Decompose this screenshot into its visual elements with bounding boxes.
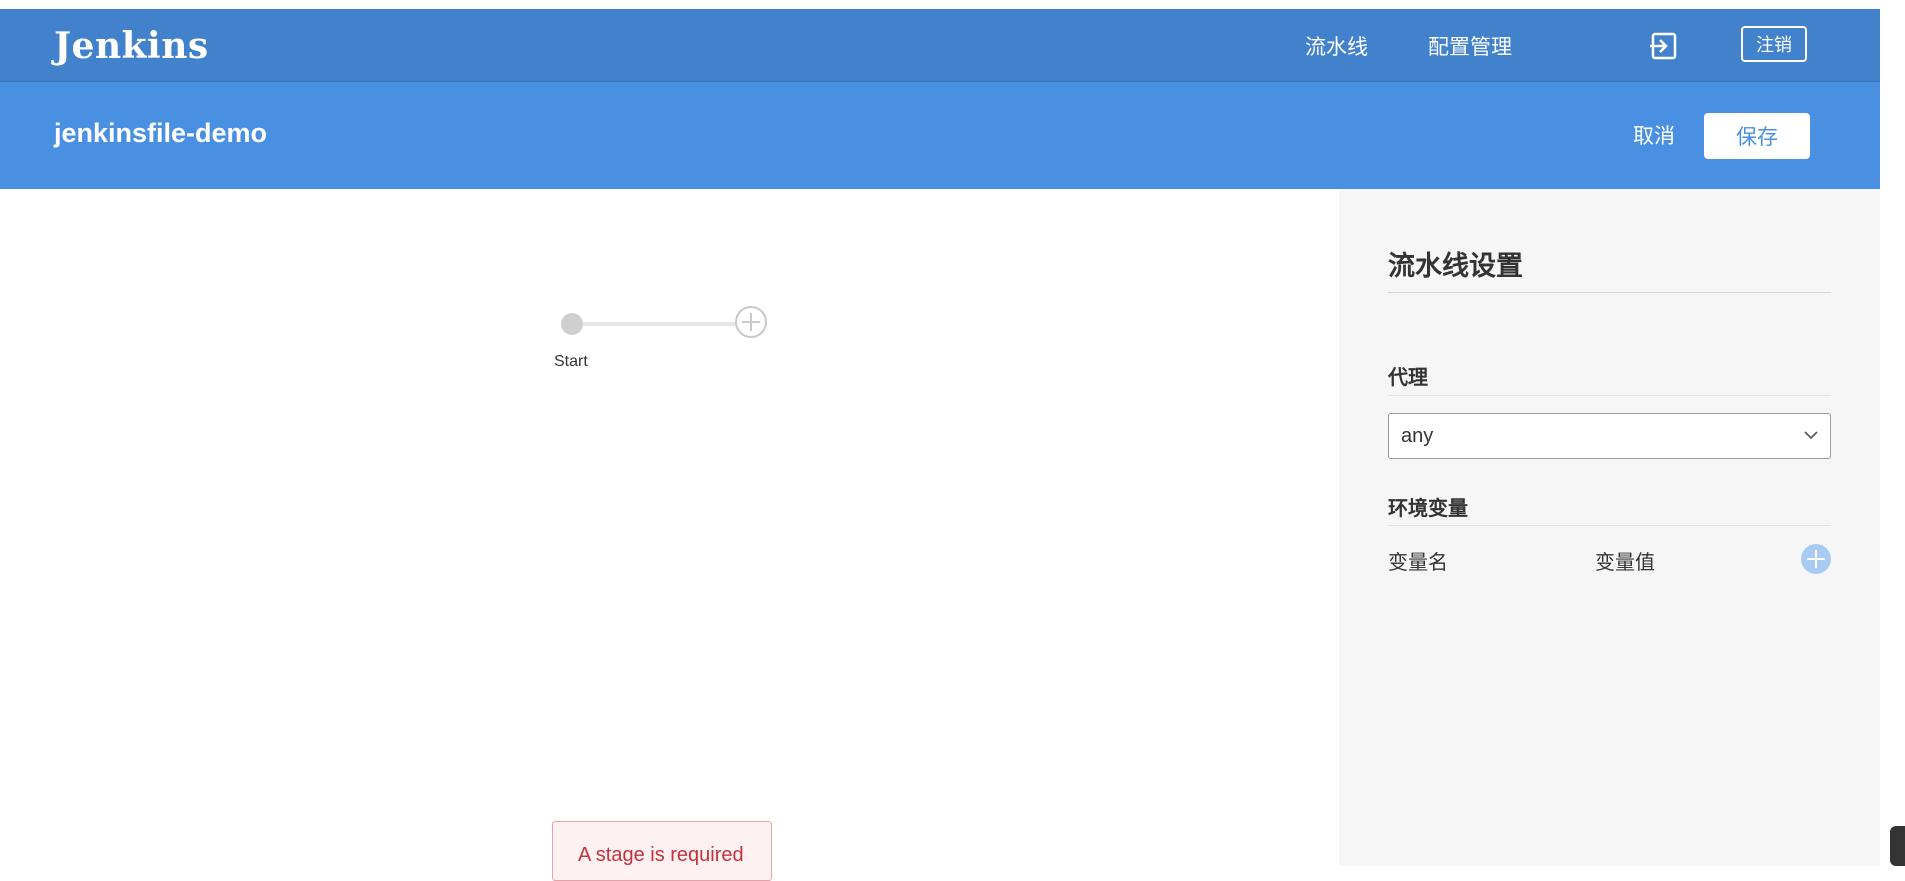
start-label: Start <box>554 353 588 370</box>
chevron-down-icon <box>1804 431 1818 440</box>
env-name-header: 变量名 <box>1388 552 1448 574</box>
pipeline-graph-canvas: Start A stage is required <box>0 189 1339 881</box>
title-divider <box>1388 292 1831 293</box>
agent-select-value: any <box>1401 425 1434 447</box>
save-button[interactable]: 保存 <box>1704 113 1810 159</box>
scrollbar-thumb[interactable] <box>1890 826 1905 866</box>
pipeline-settings-panel: 流水线设置 代理 any 环境变量 变量名 变量值 <box>1339 189 1880 866</box>
editor-header-bar: jenkinsfile-demo 取消 保存 <box>0 82 1880 189</box>
error-message-box: A stage is required <box>552 821 772 881</box>
scrollbar[interactable] <box>1880 0 1905 866</box>
logout-icon[interactable] <box>1648 30 1680 62</box>
add-stage-icon[interactable] <box>735 306 767 338</box>
environment-label: 环境变量 <box>1388 498 1468 520</box>
jenkins-logo[interactable]: Jenkins <box>54 25 209 67</box>
agent-select[interactable]: any <box>1388 413 1831 459</box>
environment-divider <box>1388 525 1831 526</box>
add-env-variable-icon[interactable] <box>1801 544 1831 574</box>
settings-title: 流水线设置 <box>1388 251 1523 281</box>
agent-divider <box>1388 395 1831 396</box>
graph-connector <box>583 322 736 326</box>
pipeline-name: jenkinsfile-demo <box>54 118 268 148</box>
env-value-header: 变量值 <box>1595 552 1655 574</box>
cancel-button[interactable]: 取消 <box>1633 120 1675 150</box>
window-top-strip <box>0 0 1905 9</box>
start-node <box>561 313 583 335</box>
nav-pipelines[interactable]: 流水线 <box>1305 31 1368 61</box>
top-app-bar: Jenkins 流水线 配置管理 注销 <box>0 9 1880 82</box>
error-message: A stage is required <box>578 844 744 866</box>
agent-label: 代理 <box>1388 367 1428 389</box>
nav-config-management[interactable]: 配置管理 <box>1428 31 1512 61</box>
logout-button[interactable]: 注销 <box>1741 26 1807 62</box>
